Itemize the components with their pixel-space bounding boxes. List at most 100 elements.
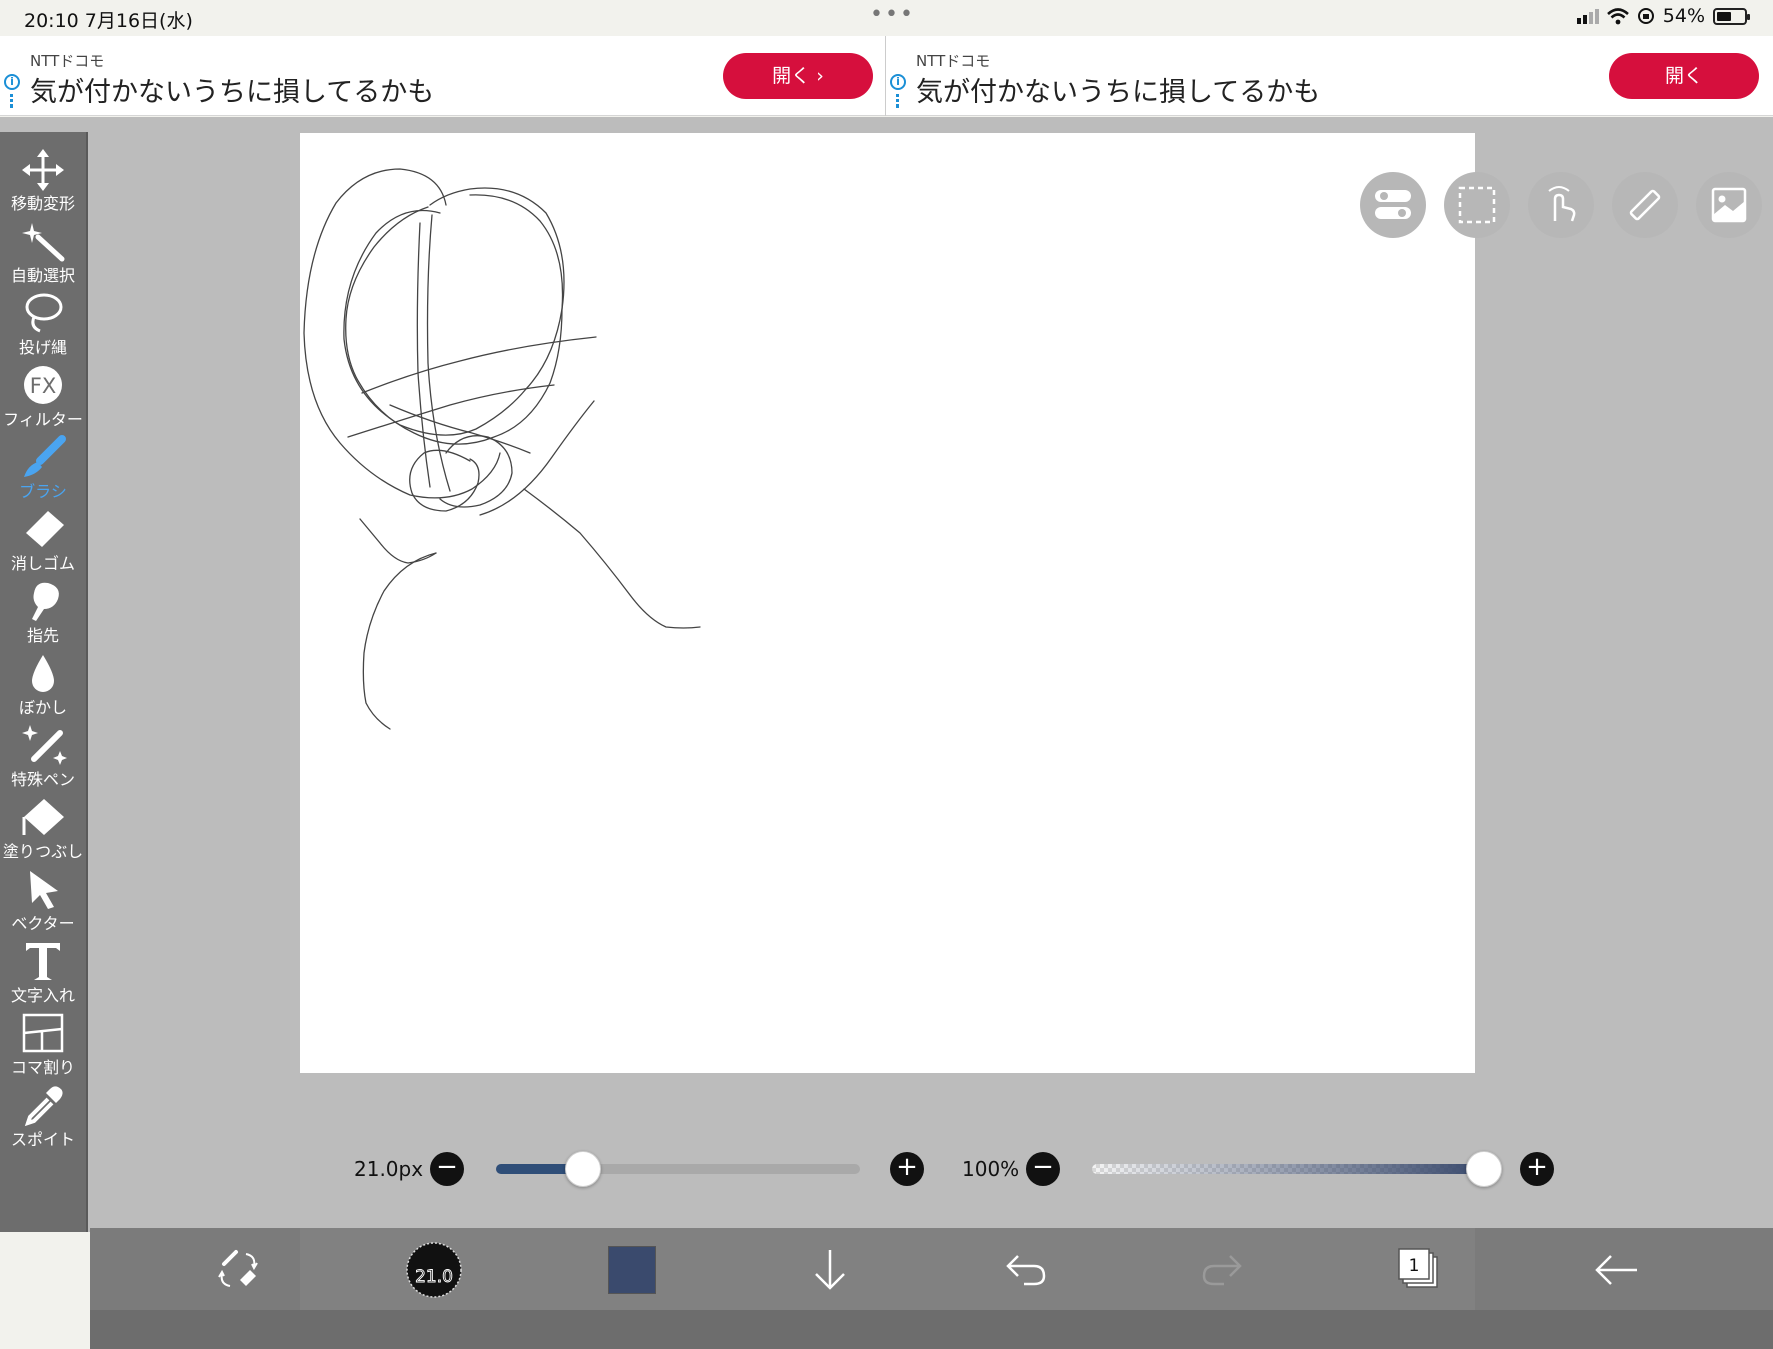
opacity-handle[interactable] (1466, 1151, 1502, 1187)
brush-size-handle[interactable] (565, 1151, 602, 1187)
arrow-down-icon (815, 1250, 845, 1290)
drawing-app: 移動変形 自動選択 投げ縄 FX フィルター ブラシ 消しゴム 指先 ぼかし 特… (0, 117, 1773, 1349)
tool-vector[interactable]: ベクター (0, 867, 86, 939)
brush-preview-button[interactable]: 21.0 (406, 1242, 462, 1298)
tool-label: 文字入れ (10, 986, 75, 1005)
tool-brush[interactable]: ブラシ (0, 435, 86, 507)
toggle-settings-icon (1375, 190, 1411, 219)
brush-icon (24, 435, 66, 477)
tool-label: 自動選択 (10, 266, 75, 285)
tool-label: 指先 (26, 626, 59, 645)
size-plus-button[interactable]: + (890, 1152, 924, 1186)
layers-button[interactable]: 1 (1394, 1244, 1446, 1296)
lasso-icon (25, 293, 63, 333)
orientation-lock-icon (1637, 8, 1654, 24)
fx-filter-icon: FX (24, 366, 62, 404)
current-color-swatch (608, 1246, 656, 1294)
tool-label: ベクター (11, 914, 75, 933)
layer-count: 1 (1409, 1256, 1420, 1276)
tool-special-pen[interactable]: 特殊ペン (0, 723, 86, 795)
ad-headline[interactable]: 気が付かないうちに損してるかも (30, 70, 434, 109)
brush-size-slider[interactable] (496, 1151, 860, 1187)
color-swatch-button[interactable] (608, 1246, 656, 1294)
opacity-slider[interactable] (1092, 1151, 1502, 1187)
size-minus-button[interactable]: − (430, 1152, 464, 1186)
arrow-left-icon (1595, 1255, 1637, 1285)
tool-label: フィルター (3, 410, 83, 429)
blur-drop-icon (32, 655, 54, 692)
opacity-plus-button[interactable]: + (1520, 1152, 1554, 1186)
undo-button[interactable] (1000, 1244, 1052, 1296)
battery-fill (1717, 11, 1732, 21)
vector-arrow-icon (30, 871, 58, 909)
opacity-minus-button[interactable]: − (1026, 1152, 1060, 1186)
battery-icon (1713, 7, 1750, 25)
status-time: 20:10 7月16日(水) (24, 10, 193, 32)
tool-eraser[interactable]: 消しゴム (0, 507, 86, 579)
tool-fill[interactable]: 塗りつぶし (0, 795, 86, 867)
ad-banner-left[interactable]: i NTTドコモ 気が付かないうちに損してるかも 開く › (0, 36, 884, 116)
tool-palette: 移動変形 自動選択 投げ縄 FX フィルター ブラシ 消しゴム 指先 ぼかし 特… (0, 132, 88, 1232)
multitask-dots-icon[interactable]: ••• (870, 2, 915, 27)
fill-bucket-icon (22, 799, 64, 835)
ad-info-icon[interactable]: i (890, 74, 906, 90)
ad-menu-icon[interactable] (10, 94, 13, 108)
status-bar: 20:10 7月16日(水) ••• 54% (0, 0, 1773, 36)
tool-eyedropper[interactable]: スポイト (0, 1083, 86, 1155)
battery-percent: 54% (1662, 5, 1705, 27)
layer-down-button[interactable] (804, 1244, 856, 1296)
ad-headline[interactable]: 気が付かないうちに損してるかも (916, 70, 1320, 109)
back-button[interactable] (1590, 1244, 1642, 1296)
swap-pen-eraser-icon (218, 1250, 258, 1287)
redo-button[interactable] (1196, 1244, 1248, 1296)
settings-toggle-button[interactable] (1360, 172, 1426, 238)
tool-label: コマ割り (10, 1058, 75, 1077)
swap-pen-eraser-button[interactable] (212, 1244, 264, 1296)
touch-gesture-icon (1548, 186, 1576, 222)
ad-sponsor: NTTドコモ (30, 52, 105, 70)
bottom-safe-area (90, 1310, 1773, 1349)
text-icon (26, 943, 60, 980)
panel-frame-icon (22, 1013, 64, 1053)
brush-preview-icon: 21.0 (406, 1242, 462, 1298)
bottom-toolbar: 21.0 1 (90, 1228, 1773, 1310)
ad-menu-icon[interactable] (896, 94, 899, 108)
ad-sponsor: NTTドコモ (916, 52, 991, 70)
undo-icon (1006, 1255, 1046, 1286)
image-icon (1711, 187, 1747, 223)
sketch-strokes (303, 168, 701, 730)
ad-banner-area: i NTTドコモ 気が付かないうちに損してるかも 開く › i NTTドコモ 気… (0, 36, 1773, 116)
tool-finger[interactable]: 指先 (0, 579, 86, 651)
tool-panel[interactable]: コマ割り (0, 1011, 86, 1083)
bottom-toolbar-center (300, 1228, 1475, 1310)
layers-icon: 1 (1398, 1248, 1438, 1288)
tool-text[interactable]: 文字入れ (0, 939, 86, 1011)
brush-size-value: 21.0px (354, 1157, 424, 1181)
cellular-signal-icon (1576, 9, 1599, 24)
ad-info-icon[interactable]: i (4, 74, 20, 90)
ad-divider (885, 36, 886, 116)
tool-move-transform[interactable]: 移動変形 (0, 147, 86, 219)
selection-button[interactable] (1444, 172, 1510, 238)
ad-banner-right[interactable]: i NTTドコモ 気が付かないうちに損してるかも 開く (886, 36, 1770, 116)
tool-lasso[interactable]: 投げ縄 (0, 291, 86, 363)
ad-open-button[interactable]: 開く (1609, 53, 1759, 99)
drawing-canvas[interactable] (300, 133, 1475, 1073)
tool-label: 移動変形 (10, 194, 75, 213)
special-pen-icon (22, 725, 67, 765)
tool-label: 投げ縄 (18, 338, 67, 357)
ad-open-button[interactable]: 開く › (723, 53, 873, 99)
touch-gesture-button[interactable] (1528, 172, 1594, 238)
image-button[interactable] (1696, 172, 1762, 238)
tool-auto-select[interactable]: 自動選択 (0, 219, 86, 291)
status-indicators: 54% (1576, 5, 1750, 27)
ruler-button[interactable] (1612, 172, 1678, 238)
eraser-icon (26, 511, 64, 547)
tool-label: スポイト (10, 1130, 75, 1149)
selection-rect-icon (1458, 186, 1496, 224)
move-transform-icon (22, 149, 64, 191)
tool-blur[interactable]: ぼかし (0, 651, 86, 723)
tool-label: 特殊ペン (10, 770, 75, 789)
magic-wand-icon (22, 223, 65, 262)
tool-filter[interactable]: FX フィルター (0, 363, 86, 435)
